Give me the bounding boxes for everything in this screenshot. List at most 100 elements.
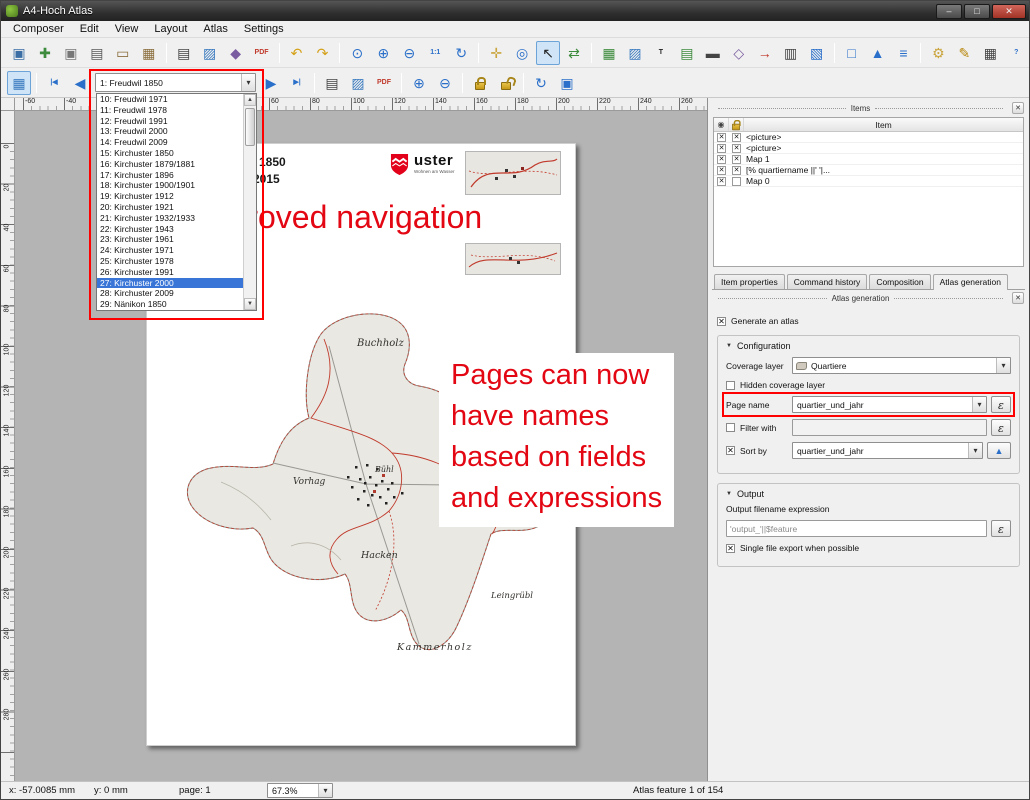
duplicate-composition-button[interactable]: ▣ (59, 41, 83, 65)
menu-item-edit[interactable]: Edit (72, 22, 107, 36)
attribute-table-button[interactable]: ▦ (978, 41, 1002, 65)
unlock-layers-button[interactable] (494, 71, 518, 95)
dropdown-item[interactable]: 25: Kirchuster 1978 (97, 256, 243, 267)
dropdown-item[interactable]: 16: Kirchuster 1879/1881 (97, 159, 243, 170)
item-visibility-checkbox[interactable]: ✕ (717, 166, 726, 175)
menu-item-settings[interactable]: Settings (236, 22, 292, 36)
sort-direction-button[interactable]: ▲ (987, 442, 1011, 459)
dropdown-item[interactable]: 24: Kirchuster 1971 (97, 245, 243, 256)
dropdown-item[interactable]: 23: Kirchuster 1961 (97, 234, 243, 245)
sort-by-combo[interactable]: quartier_und_jahr ▾ (792, 442, 983, 459)
item-lock-checkbox[interactable] (732, 177, 741, 186)
dropdown-item[interactable]: 13: Freudwil 2000 (97, 126, 243, 137)
items-tree-row[interactable]: ✕✕<picture> (714, 143, 1023, 154)
dropdown-item[interactable]: 15: Kirchuster 1850 (97, 148, 243, 159)
pan-button[interactable]: ✛ (484, 41, 508, 65)
zoom-actual-button[interactable]: 1:1 (423, 41, 447, 65)
add-scalebar-button[interactable]: ▬ (701, 41, 725, 65)
zoom-level-combo[interactable]: 67.3% ▾ (267, 783, 333, 798)
item-visibility-checkbox[interactable]: ✕ (717, 155, 726, 164)
add-label-button[interactable]: T (649, 41, 673, 65)
output-filename-input[interactable] (726, 520, 987, 537)
configuration-group-header[interactable]: ▼ Configuration (726, 341, 1011, 351)
add-image-button[interactable]: ▨ (623, 41, 647, 65)
sort-by-checkbox[interactable]: ✕ Sort by (726, 446, 788, 456)
items-tree-row[interactable]: ✕✕<picture> (714, 132, 1023, 143)
load-template-button[interactable]: ▭ (111, 41, 135, 65)
menu-item-layout[interactable]: Layout (146, 22, 195, 36)
dropdown-item[interactable]: 11: Freudwil 1978 (97, 105, 243, 116)
atlas-feature-combo[interactable]: 1: Freudwil 1850▾ (95, 73, 256, 92)
scroll-up-button[interactable]: ▲ (244, 94, 256, 106)
new-composition-button[interactable]: ✚ (33, 41, 57, 65)
item-lock-checkbox[interactable]: ✕ (732, 144, 741, 153)
select-move-item-button[interactable]: ↖ (536, 41, 560, 65)
zoom-in-button[interactable]: ⊕ (371, 41, 395, 65)
align-items-button[interactable]: ≡ (892, 41, 916, 65)
export-atlas-pdf-button[interactable]: PDF (372, 71, 396, 95)
lock-layers-button[interactable] (468, 71, 492, 95)
menu-item-atlas[interactable]: Atlas (195, 22, 235, 36)
item-lock-checkbox[interactable]: ✕ (732, 166, 741, 175)
dropdown-item[interactable]: 22: Kirchuster 1943 (97, 224, 243, 235)
last-feature-button[interactable]: ▶| (285, 71, 309, 95)
save-project-button[interactable]: ▣ (7, 41, 31, 65)
tab-item-properties[interactable]: Item properties (714, 274, 785, 289)
dropdown-item[interactable]: 17: Kirchuster 1896 (97, 170, 243, 181)
dropdown-item[interactable]: 19: Kirchuster 1912 (97, 191, 243, 202)
print-atlas-button[interactable]: ▤ (320, 71, 344, 95)
single-file-checkbox[interactable]: ✕ Single file export when possible (726, 543, 1011, 553)
page-name-combo[interactable]: quartier_und_jahr ▾ (792, 396, 987, 413)
menu-item-view[interactable]: View (107, 22, 147, 36)
scroll-down-button[interactable]: ▼ (244, 298, 256, 310)
scrollbar-thumb[interactable] (245, 108, 255, 146)
dropdown-item[interactable]: 12: Freudwil 1991 (97, 116, 243, 127)
generate-atlas-checkbox[interactable]: ✕ Generate an atlas (717, 316, 1020, 326)
items-tree-row[interactable]: ✕✕[% quartiername ||' '|... (714, 165, 1023, 176)
export-svg-button[interactable]: ◆ (224, 41, 248, 65)
tab-command-history[interactable]: Command history (787, 274, 868, 289)
item-visibility-checkbox[interactable]: ✕ (717, 177, 726, 186)
group-items-button[interactable]: □ (840, 41, 864, 65)
export-atlas-image-button[interactable]: ▨ (346, 71, 370, 95)
add-map-button[interactable]: ▦ (597, 41, 621, 65)
tab-composition[interactable]: Composition (869, 274, 930, 289)
dropdown-item[interactable]: 14: Freudwil 2009 (97, 137, 243, 148)
atlas-dock-close-button[interactable]: ✕ (1012, 292, 1024, 304)
item-visibility-checkbox[interactable]: ✕ (717, 144, 726, 153)
save-template-button[interactable]: ▦ (137, 41, 161, 65)
first-feature-button[interactable]: |◀ (42, 71, 66, 95)
dropdown-item[interactable]: 28: Kirchuster 2009 (97, 288, 243, 299)
edit-nodes-button[interactable]: ✎ (952, 41, 976, 65)
dropdown-item[interactable]: 27: Kirchuster 2000 (97, 278, 243, 289)
dropdown-scrollbar[interactable]: ▲ ▼ (243, 94, 256, 310)
atlas-settings-button[interactable]: ⚙ (926, 41, 950, 65)
atlas-export-settings-button[interactable]: ▣ (555, 71, 579, 95)
add-legend-button[interactable]: ▤ (675, 41, 699, 65)
refresh-view-button[interactable]: ↻ (449, 41, 473, 65)
coverage-layer-combo[interactable]: Quartiere ▾ (792, 357, 1011, 374)
items-tree-row[interactable]: ✕✕Map 1 (714, 154, 1023, 165)
next-feature-button[interactable]: ▶ (259, 71, 283, 95)
redo-button[interactable]: ↷ (310, 41, 334, 65)
print-button[interactable]: ▤ (172, 41, 196, 65)
zoom-to-feature-button[interactable]: ⊕ (407, 71, 431, 95)
raise-items-button[interactable]: ▲ (866, 41, 890, 65)
move-item-content-button[interactable]: ⇄ (562, 41, 586, 65)
zoom-out-feature-button[interactable]: ⊖ (433, 71, 457, 95)
zoom-out-button[interactable]: ⊖ (397, 41, 421, 65)
add-shape-button[interactable]: ◇ (727, 41, 751, 65)
item-lock-checkbox[interactable]: ✕ (732, 155, 741, 164)
tab-atlas-generation[interactable]: Atlas generation (933, 274, 1008, 290)
add-arrow-button[interactable]: → (753, 41, 777, 65)
undo-button[interactable]: ↶ (285, 41, 309, 65)
dropdown-item[interactable]: 10: Freudwil 1971 (97, 94, 243, 105)
dropdown-item[interactable]: 29: Nänikon 1850 (97, 299, 243, 310)
item-visibility-checkbox[interactable]: ✕ (717, 133, 726, 142)
composition-manager-button[interactable]: ▤ (85, 41, 109, 65)
maximize-button[interactable]: □ (964, 4, 990, 19)
close-button[interactable]: ✕ (992, 4, 1026, 19)
export-pdf-button[interactable]: PDF (250, 41, 274, 65)
zoom-full-button[interactable]: ⊙ (345, 41, 369, 65)
page-name-expression-button[interactable]: ε (991, 396, 1011, 413)
